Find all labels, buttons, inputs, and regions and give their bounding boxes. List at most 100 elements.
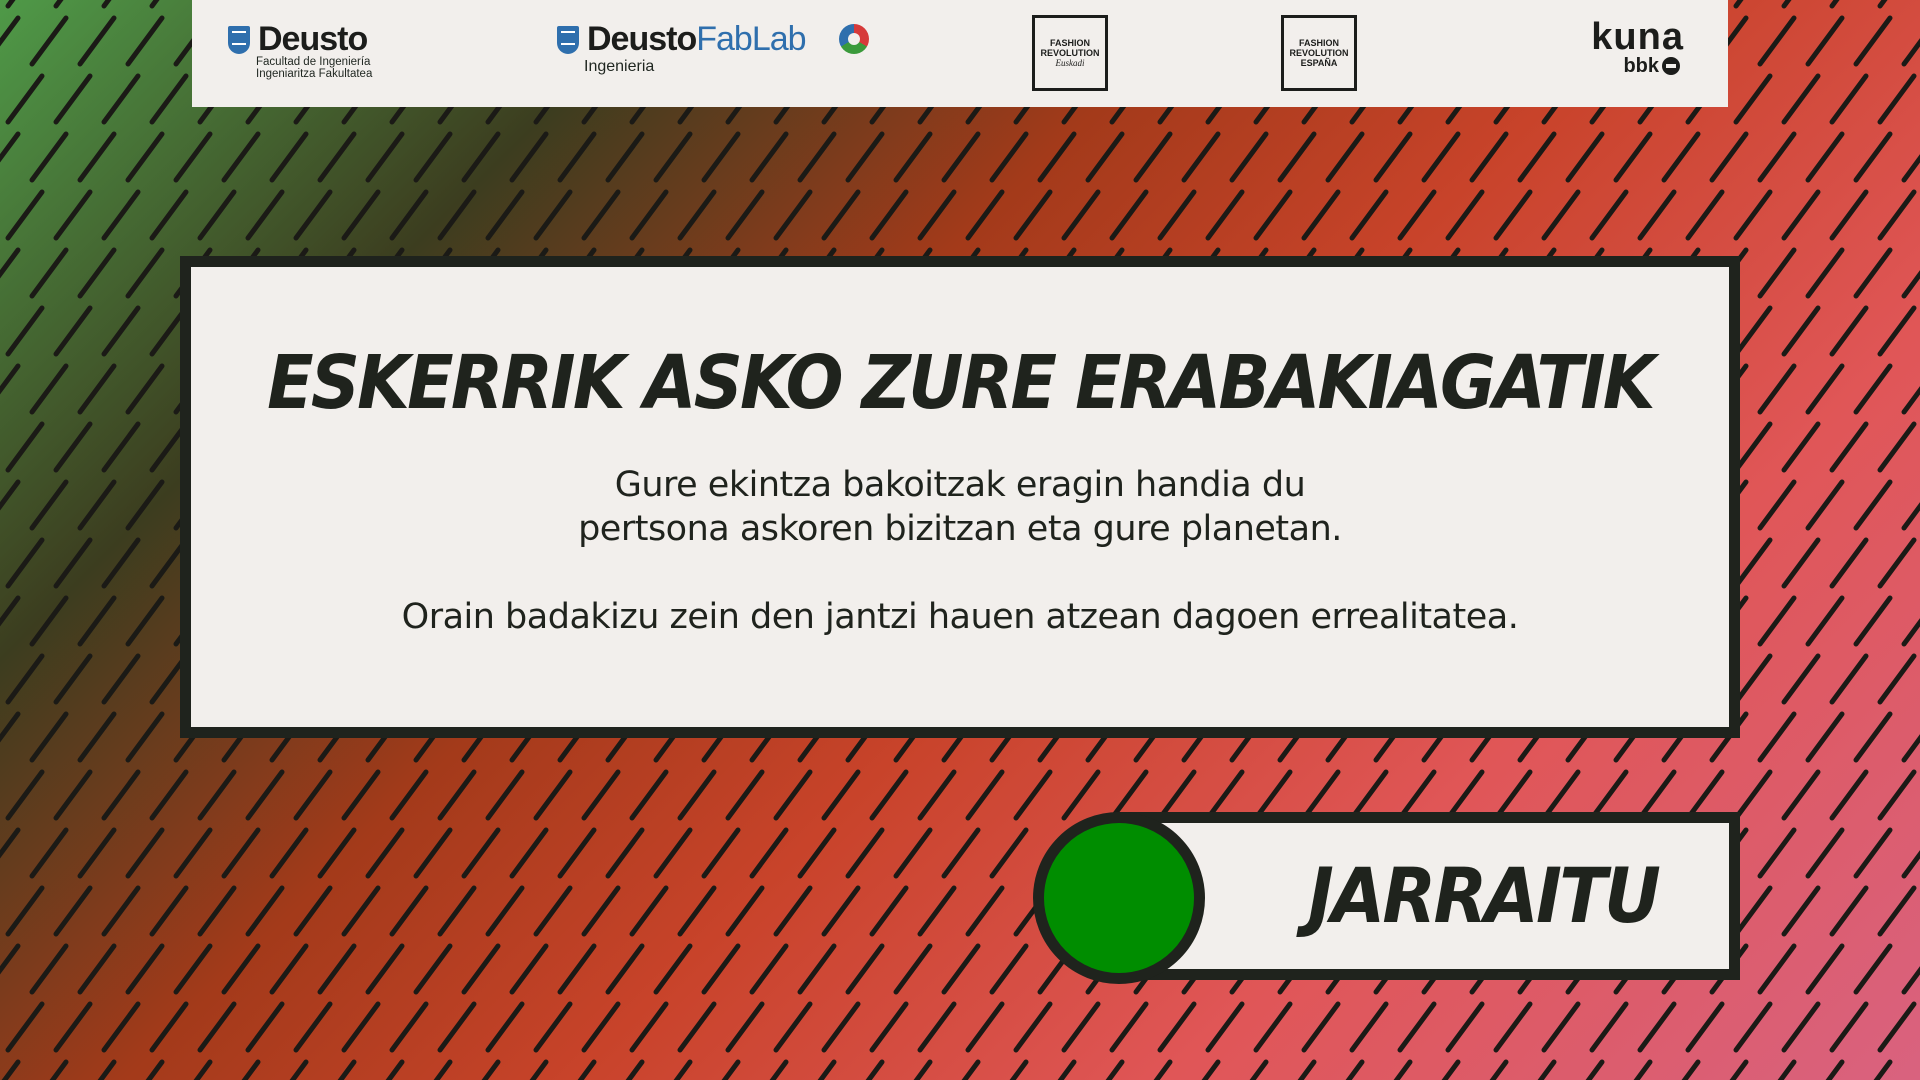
- fashion-revolution-euskadi-logo: FASHION REVOLUTION Euskadi: [1032, 15, 1108, 91]
- stripe-stroke: [1733, 0, 1744, 9]
- stripe-stroke: [509, 943, 549, 995]
- stripe-stroke: [653, 131, 693, 183]
- stripe-stroke: [1829, 0, 1840, 9]
- stripe-stroke: [701, 131, 741, 183]
- stripe-stroke: [1729, 1059, 1749, 1080]
- stripe-stroke: [1109, 189, 1149, 241]
- panel-text-line1: Gure ekintza bakoitzak eragin handia du: [614, 465, 1306, 505]
- stripe-stroke: [869, 769, 909, 821]
- continue-indicator-icon[interactable]: [1033, 812, 1205, 984]
- stripe-stroke: [1637, 1001, 1677, 1053]
- stripe-stroke: [769, 1059, 789, 1080]
- stripe-stroke: [1301, 1001, 1341, 1053]
- stripe-stroke: [1297, 1059, 1317, 1080]
- stripe-stroke: [653, 943, 693, 995]
- stripe-stroke: [1009, 1059, 1029, 1080]
- stripe-stroke: [1873, 1059, 1893, 1080]
- stripe-stroke: [341, 1001, 381, 1053]
- stripe-stroke: [125, 943, 165, 995]
- stripe-stroke: [605, 131, 645, 183]
- stripe-stroke: [269, 827, 309, 879]
- stripe-stroke: [241, 1059, 261, 1080]
- stripe-stroke: [461, 131, 501, 183]
- stripe-stroke: [29, 247, 69, 299]
- stripe-stroke: [77, 363, 117, 415]
- kuna-logo-name: kuna: [1591, 16, 1684, 58]
- stripe-stroke: [1805, 247, 1845, 299]
- stripe-stroke: [0, 827, 21, 859]
- stripe-stroke: [1685, 1001, 1725, 1053]
- stripe-stroke: [245, 1001, 285, 1053]
- stripe-stroke: [557, 943, 597, 995]
- stripe-stroke: [1345, 1059, 1365, 1080]
- stripe-stroke: [869, 885, 909, 937]
- stripe-stroke: [1489, 1059, 1509, 1080]
- stripe-stroke: [317, 827, 357, 879]
- stripe-stroke: [725, 885, 765, 937]
- stripe-stroke: [1757, 479, 1797, 531]
- fablab-name-bold: Deusto: [587, 20, 697, 58]
- stripe-stroke: [821, 1001, 861, 1053]
- stripe-stroke: [221, 827, 261, 879]
- stripe-stroke: [509, 131, 549, 183]
- stripe-stroke: [149, 885, 189, 937]
- stripe-stroke: [1805, 363, 1845, 415]
- stripe-stroke: [1853, 479, 1893, 531]
- stripe-stroke: [1013, 1001, 1053, 1053]
- stripe-stroke: [1057, 1059, 1077, 1080]
- thank-you-panel: ESKERRIK ASKO ZURE ERABAKIAGATIK Gure ek…: [180, 256, 1740, 738]
- logo-bar: Deusto Facultad de Ingeniería Ingeniarit…: [192, 0, 1728, 107]
- stripe-stroke: [269, 131, 309, 183]
- stripe-stroke: [1901, 966, 1920, 995]
- stripe-stroke: [485, 189, 525, 241]
- stripe-stroke: [1397, 1001, 1437, 1053]
- stripe-stroke: [1853, 363, 1893, 415]
- stripe-stroke: [845, 827, 885, 879]
- stripe-stroke: [821, 189, 861, 241]
- stripe-stroke: [749, 827, 789, 879]
- stripe-stroke: [29, 363, 69, 415]
- kuna-logo-sub: bbk: [1623, 56, 1680, 76]
- stripe-stroke: [1781, 0, 1792, 9]
- stripe-stroke: [1469, 131, 1509, 183]
- stripe-stroke: [845, 131, 885, 183]
- stripe-stroke: [1901, 734, 1920, 763]
- stripe-stroke: [557, 827, 597, 879]
- stripe-stroke: [773, 189, 813, 241]
- stripe-stroke: [293, 189, 333, 241]
- stripe-stroke: [1757, 15, 1797, 67]
- stripe-stroke: [773, 769, 813, 821]
- continue-button[interactable]: JARRAITU: [1033, 812, 1740, 984]
- stripe-stroke: [941, 131, 981, 183]
- deusto-logo-sub2: Ingeniaritza Fakultatea: [256, 68, 373, 80]
- continue-button-label[interactable]: JARRAITU: [1253, 812, 1713, 980]
- stripe-stroke: [1541, 1001, 1581, 1053]
- stripe-stroke: [1781, 769, 1821, 821]
- stripe-stroke: [1901, 618, 1920, 647]
- stripe-stroke: [1777, 1059, 1797, 1080]
- stripe-stroke: [917, 1001, 957, 1053]
- bbk-icon: [1662, 57, 1680, 75]
- stripe-stroke: [1805, 479, 1845, 531]
- stripe-stroke: [1205, 189, 1245, 241]
- stripe-stroke: [0, 15, 21, 47]
- stripe-stroke: [101, 1001, 141, 1053]
- stripe-stroke: [77, 595, 117, 647]
- panel-text-line3: Orain badakizu zein den jantzi hauen atz…: [401, 597, 1519, 637]
- stripe-stroke: [533, 189, 573, 241]
- stripe-stroke: [0, 595, 21, 627]
- stripe-stroke: [529, 1059, 549, 1080]
- stripe-stroke: [29, 15, 69, 67]
- stripe-stroke: [625, 1059, 645, 1080]
- stripe-stroke: [1901, 850, 1920, 879]
- stripe-stroke: [869, 189, 909, 241]
- stripe-stroke: [1829, 1001, 1869, 1053]
- deusto-logo-name: Deusto: [258, 20, 368, 58]
- fr-euskadi-line1: FASHION: [1049, 37, 1090, 48]
- stripe-stroke: [101, 653, 141, 705]
- stripe-stroke: [1781, 189, 1821, 241]
- stripe-stroke: [149, 189, 189, 241]
- stripe-stroke: [1709, 131, 1749, 183]
- stripe-stroke: [1493, 1001, 1533, 1053]
- stripe-stroke: [77, 15, 117, 67]
